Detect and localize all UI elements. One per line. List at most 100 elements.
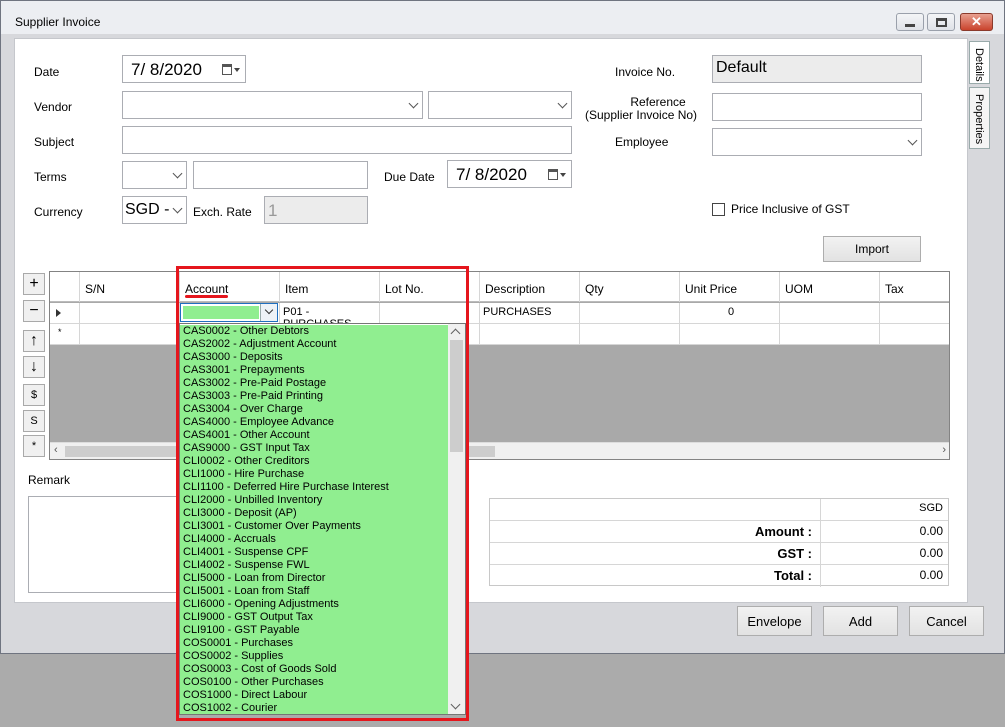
col-qty[interactable]: Qty [580, 272, 680, 302]
supplier-invoice-window: Supplier Invoice ✕ Details Properties Da… [0, 0, 1005, 654]
amount-value: 0.00 [919, 524, 943, 538]
subject-label: Subject [34, 135, 75, 149]
cell-unit-price[interactable]: 0 [680, 303, 780, 324]
add-button[interactable]: Add [823, 606, 898, 636]
total-row: Total : 0.00 [490, 565, 948, 587]
minimize-button[interactable] [896, 13, 924, 31]
calendar-icon[interactable] [222, 64, 240, 76]
invoice-no-label: Invoice No. [615, 65, 676, 79]
close-icon: ✕ [971, 14, 982, 29]
new-cell[interactable] [780, 324, 880, 345]
plus-icon: + [29, 275, 39, 292]
arrow-down-icon: ↓ [30, 358, 38, 375]
gst-label: GST : [777, 546, 812, 561]
currency-label: Currency [34, 205, 83, 219]
terms-select[interactable] [122, 161, 187, 189]
add-row-button[interactable]: + [23, 273, 45, 295]
calendar-icon[interactable] [548, 169, 566, 181]
col-sn[interactable]: S/N [80, 272, 180, 302]
new-row-marker: * [50, 324, 80, 345]
cell-qty[interactable] [580, 303, 680, 324]
col-tax[interactable]: Tax [880, 272, 949, 302]
reference-label-line1: Reference [630, 95, 686, 109]
chevron-down-icon [557, 98, 568, 109]
currency-select[interactable]: SGD - [122, 196, 187, 224]
exch-rate-label: Exch. Rate [193, 205, 252, 219]
gst-value: 0.00 [919, 546, 943, 560]
minimize-icon [905, 23, 915, 27]
vendor-label: Vendor [34, 100, 73, 114]
scroll-right-icon[interactable]: › [942, 444, 946, 456]
grid-row-header [50, 272, 80, 302]
employee-select[interactable] [712, 128, 922, 156]
s-button[interactable]: S [23, 410, 45, 432]
annotation-underline [185, 295, 228, 298]
tab-details-label: Details [973, 48, 985, 82]
due-date-label: Due Date [384, 170, 435, 184]
price-inclusive-label: Price Inclusive of GST [731, 202, 850, 216]
cell-tax[interactable] [880, 303, 949, 324]
terms-label: Terms [34, 170, 67, 184]
move-down-button[interactable]: ↓ [23, 356, 45, 378]
new-cell[interactable] [480, 324, 580, 345]
col-description[interactable]: Description [480, 272, 580, 302]
gst-row: GST : 0.00 [490, 543, 948, 565]
scroll-left-icon[interactable]: ‹ [54, 444, 58, 456]
new-cell[interactable] [80, 324, 180, 345]
vendor-select[interactable] [122, 91, 423, 119]
star-button[interactable]: * [23, 435, 45, 457]
date-label: Date [34, 65, 60, 79]
new-cell[interactable] [580, 324, 680, 345]
envelope-button[interactable]: Envelope [737, 606, 812, 636]
chevron-down-icon [172, 168, 183, 179]
remove-row-button[interactable]: − [23, 300, 45, 322]
totals-currency: SGD [919, 502, 943, 514]
close-button[interactable]: ✕ [960, 13, 993, 31]
row-selector[interactable] [50, 303, 80, 324]
vendor-secondary-select[interactable] [428, 91, 572, 119]
terms-input[interactable] [193, 161, 368, 189]
star-icon: * [31, 440, 37, 452]
annotation-highlight-box [176, 266, 469, 721]
current-row-icon [56, 309, 61, 317]
col-uom[interactable]: UOM [780, 272, 880, 302]
minus-icon: − [29, 302, 39, 319]
dollar-icon: $ [30, 389, 38, 401]
tab-properties[interactable]: Properties [969, 87, 990, 149]
date-value: 7/ 8/2020 [131, 60, 202, 79]
price-inclusive-checkbox[interactable] [712, 203, 725, 216]
total-label: Total : [773, 568, 812, 583]
dollar-button[interactable]: $ [23, 384, 45, 406]
totals-panel: SGD Amount : 0.00 GST : 0.00 Total : 0.0… [489, 498, 949, 587]
new-cell[interactable] [880, 324, 949, 345]
due-date-picker[interactable]: 7/ 8/2020 [447, 160, 572, 188]
new-cell[interactable] [680, 324, 780, 345]
amount-label: Amount : [754, 524, 812, 539]
total-value: 0.00 [919, 568, 943, 582]
subject-input[interactable] [122, 126, 572, 154]
cell-sn[interactable] [80, 303, 180, 324]
remark-label: Remark [28, 473, 71, 487]
maximize-button[interactable] [927, 13, 955, 31]
exch-rate-input[interactable]: 1 [264, 196, 368, 224]
window-title: Supplier Invoice [15, 15, 101, 29]
maximize-icon [935, 17, 947, 27]
move-up-button[interactable]: ↑ [23, 330, 45, 352]
exch-rate-value: 1 [268, 201, 278, 220]
reference-input[interactable] [712, 93, 922, 121]
cell-uom[interactable] [780, 303, 880, 324]
tab-details[interactable]: Details [969, 41, 990, 84]
currency-value: SGD - [125, 201, 170, 218]
cell-description[interactable]: PURCHASES [480, 303, 580, 324]
import-button[interactable]: Import [823, 236, 921, 262]
remark-textarea[interactable] [28, 496, 181, 593]
title-bar: Supplier Invoice ✕ [1, 1, 1004, 34]
invoice-no-value: Default [716, 59, 767, 76]
due-date-value: 7/ 8/2020 [456, 165, 527, 184]
cancel-button[interactable]: Cancel [909, 606, 984, 636]
col-unit-price[interactable]: Unit Price [680, 272, 780, 302]
chevron-down-icon [172, 203, 183, 214]
invoice-no-input[interactable]: Default [712, 55, 922, 83]
date-picker[interactable]: 7/ 8/2020 [122, 55, 246, 83]
employee-label: Employee [615, 135, 669, 149]
